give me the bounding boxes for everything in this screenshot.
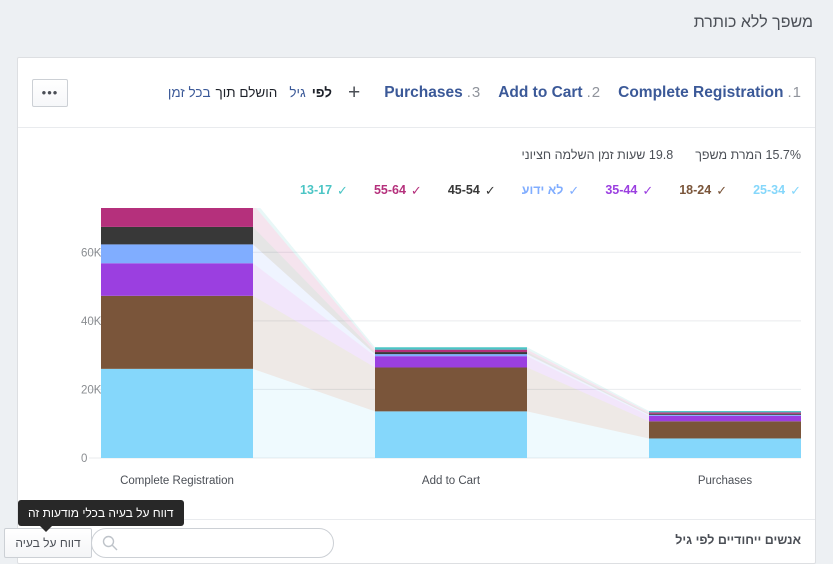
y-axis-tick-label: 0 xyxy=(81,453,87,465)
funnel-steps: 1 . Complete Registration 2 . Add to Car… xyxy=(338,82,801,103)
funnel-step-1-label[interactable]: Complete Registration xyxy=(618,84,783,102)
stat-conversion: 15.7% המרת משפך xyxy=(695,148,801,170)
bar-segment[interactable] xyxy=(649,415,801,422)
x-axis-category-label: Add to Cart xyxy=(422,475,481,487)
bar-segment[interactable] xyxy=(649,411,801,413)
funnel-chart-svg: 0 20K 40K 60K Complete Registration Add to Ca… xyxy=(81,208,801,487)
page-title: משפך ללא כותרת xyxy=(693,14,813,31)
bar-segment[interactable] xyxy=(375,352,527,355)
legend-item-unknown[interactable]: ✓ לא ידוע xyxy=(522,183,580,197)
check-icon: ✓ xyxy=(568,182,580,198)
filter-by-label: לפי xyxy=(311,85,333,100)
add-step-icon[interactable]: + xyxy=(348,82,360,103)
legend-item-55-64[interactable]: ✓ 55-64 xyxy=(374,183,422,197)
funnel-step-2-dot: . xyxy=(586,83,591,101)
check-icon: ✓ xyxy=(484,182,496,198)
funnel-step-3-label[interactable]: Purchases xyxy=(384,84,462,102)
funnel-chart: 0 20K 40K 60K Complete Registration Add to Ca… xyxy=(18,208,815,487)
funnel-filters: לפי גיל הושלם תוך בכל זמן xyxy=(156,85,332,100)
bar-segment[interactable] xyxy=(375,411,527,458)
funnel-toolbar: 1 . Complete Registration 2 . Add to Car… xyxy=(18,58,815,128)
bar-segment[interactable] xyxy=(375,347,527,350)
more-options-button[interactable]: ••• xyxy=(32,78,68,107)
unique-people-by-age-label: אנשים ייחודיים לפי גיל xyxy=(675,533,801,547)
legend-item-18-24[interactable]: ✓ 18-24 xyxy=(679,183,727,197)
funnel-step-1-number: 1 xyxy=(792,83,801,101)
search-box[interactable] xyxy=(91,528,334,558)
search-icon xyxy=(102,535,118,551)
bar-segment[interactable] xyxy=(649,413,801,415)
funnel-page: משפך ללא כותרת 1 . Complete Registration… xyxy=(0,0,833,564)
funnel-step-2-number: 2 xyxy=(591,83,601,101)
x-axis-category-label: Purchases xyxy=(698,475,753,487)
legend-item-25-34[interactable]: ✓ 25-34 xyxy=(753,183,801,197)
check-icon: ✓ xyxy=(410,182,422,198)
stat-conversion-label: המרת משפך xyxy=(695,148,763,162)
bar-segment[interactable] xyxy=(101,226,253,245)
bar-segment[interactable] xyxy=(649,414,801,416)
bar-segment[interactable] xyxy=(101,208,253,227)
check-icon: ✓ xyxy=(337,182,348,198)
funnel-step-3[interactable]: 3 . Purchases xyxy=(384,84,480,102)
bar-segment[interactable] xyxy=(649,438,801,458)
funnel-step-2-label[interactable]: Add to Cart xyxy=(498,84,582,102)
bar-segment[interactable] xyxy=(101,244,253,264)
legend-item-35-44[interactable]: ✓ 35-44 xyxy=(605,183,653,197)
funnel-card: 1 . Complete Registration 2 . Add to Car… xyxy=(17,57,816,564)
x-axis-category-label: Complete Registration xyxy=(120,475,234,487)
legend-item-35-44-label: 35-44 xyxy=(605,183,638,197)
legend-item-18-24-label: 18-24 xyxy=(679,183,712,197)
stat-median-time: 19.8 שעות זמן השלמה חציוני xyxy=(522,148,674,170)
bar-segment[interactable] xyxy=(101,263,253,296)
check-icon: ✓ xyxy=(716,182,728,198)
y-axis-tick-label: 20K xyxy=(81,384,102,396)
legend-item-45-54-label: 45-54 xyxy=(447,183,480,197)
bar-segment[interactable] xyxy=(649,421,801,439)
report-problem-button[interactable]: דווח על בעיה xyxy=(4,528,92,558)
funnel-step-2[interactable]: 2 . Add to Cart xyxy=(498,84,600,102)
bar-segment[interactable] xyxy=(375,356,527,368)
funnel-step-1[interactable]: 1 . Complete Registration xyxy=(618,84,801,102)
stat-median-time-value: 19.8 xyxy=(648,148,674,162)
chart-legend: ✓ 25-34 ✓ 18-24 ✓ 35-44 ✓ לא ידוע ✓ 45-5… xyxy=(18,178,815,202)
bar-segment[interactable] xyxy=(101,295,253,369)
filter-window-value[interactable]: בכל זמן xyxy=(168,85,211,100)
check-icon: ✓ xyxy=(642,182,654,198)
filter-window-label: הושלם תוך xyxy=(215,85,278,100)
filter-breakdown-value[interactable]: גיל xyxy=(289,85,305,100)
bar-segment[interactable] xyxy=(375,349,527,353)
stat-conversion-value: 15.7% xyxy=(765,148,801,162)
legend-item-45-54[interactable]: ✓ 45-54 xyxy=(448,183,496,197)
funnel-step-1-dot: . xyxy=(787,83,792,101)
legend-item-55-64-label: 55-64 xyxy=(373,183,406,197)
y-axis-tick-label: 40K xyxy=(81,316,102,328)
stat-median-time-label: שעות זמן השלמה חציוני xyxy=(521,148,646,162)
bar-segment[interactable] xyxy=(375,354,527,357)
y-axis-tick-label: 60K xyxy=(81,247,102,259)
legend-item-13-17[interactable]: ✓ 13-17 xyxy=(300,183,348,197)
bar-segment[interactable] xyxy=(649,412,801,414)
check-icon: ✓ xyxy=(790,182,801,198)
funnel-step-3-number: 3 xyxy=(471,83,481,101)
bar-segment[interactable] xyxy=(375,367,527,412)
funnel-stats: 15.7% המרת משפך 19.8 שעות זמן השלמה חציו… xyxy=(18,148,815,170)
legend-item-13-17-label: 13-17 xyxy=(300,183,333,197)
legend-item-unknown-label: לא ידוע xyxy=(521,183,564,197)
report-problem-tooltip: דווח על בעיה בכלי מודעות זה xyxy=(18,500,184,532)
bar-segment[interactable] xyxy=(101,368,253,458)
funnel-step-3-dot: . xyxy=(466,83,471,101)
legend-item-25-34-label: 25-34 xyxy=(753,183,786,197)
